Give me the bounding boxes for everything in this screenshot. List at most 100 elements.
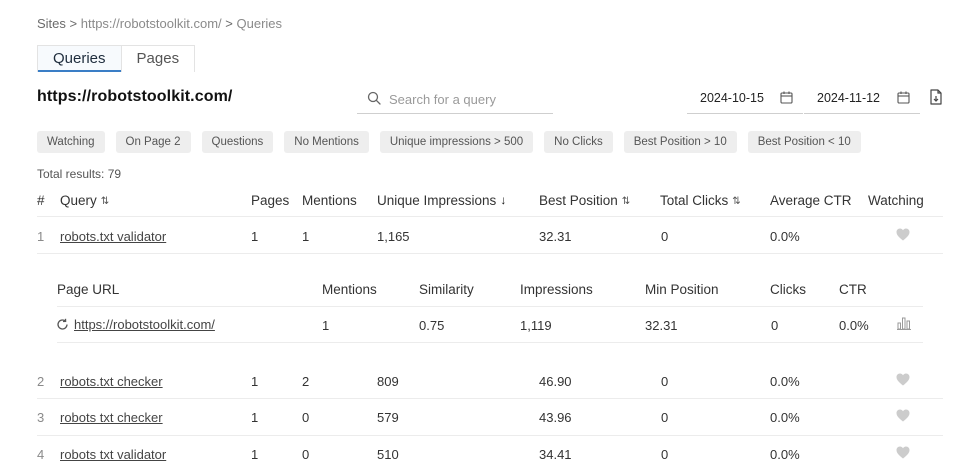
divider [57, 342, 923, 343]
heart-icon[interactable] [896, 446, 910, 459]
heart-icon[interactable] [896, 373, 910, 386]
calendar-icon[interactable] [780, 91, 793, 104]
clicks-value: 0 [771, 318, 779, 333]
search-input[interactable] [389, 88, 549, 110]
impressions-value: 1,119 [520, 318, 552, 333]
divider [37, 216, 943, 217]
tab-queries[interactable]: Queries [38, 46, 121, 72]
sort-icon[interactable]: ⇅ [622, 196, 630, 207]
best-position-value: 34.41 [539, 447, 572, 462]
unique-impressions-value: 1,165 [377, 229, 410, 244]
query-link[interactable]: robots.txt validator [60, 229, 166, 244]
breadcrumb-sites[interactable]: Sites [37, 16, 66, 31]
col-header-total-clicks-label: Total Clicks [660, 193, 729, 208]
bar-chart-icon[interactable] [897, 316, 911, 330]
best-position-value: 32.31 [539, 229, 572, 244]
filter-best-position-gt-10[interactable]: Best Position > 10 [623, 131, 737, 153]
divider [37, 398, 943, 399]
total-results: Total results: 79 [37, 167, 122, 181]
filter-unique-impressions[interactable]: Unique impressions > 500 [379, 131, 534, 153]
col-header-query[interactable]: Query ⇅ [60, 193, 109, 208]
row-number: 1 [37, 229, 45, 244]
col-header-unique-impressions[interactable]: Unique Impressions ↓ [377, 193, 506, 208]
sub-col-header-min-position: Min Position [645, 282, 719, 297]
sort-desc-icon[interactable]: ↓ [500, 193, 506, 207]
refresh-icon[interactable] [56, 318, 69, 331]
col-header-pages: Pages [251, 193, 290, 208]
best-position-value: 43.96 [539, 410, 572, 425]
heart-icon[interactable] [896, 228, 910, 241]
view-tabs: Queries Pages [37, 45, 196, 72]
col-header-best-position[interactable]: Best Position ⇅ [539, 193, 630, 208]
best-position-value: 46.90 [539, 374, 572, 389]
breadcrumb-separator: > [69, 16, 78, 31]
col-header-best-position-label: Best Position [539, 193, 618, 208]
sort-icon[interactable]: ⇅ [101, 196, 109, 207]
search-box [357, 84, 553, 114]
total-clicks-value: 0 [661, 447, 669, 462]
heart-icon[interactable] [896, 409, 910, 422]
filter-best-position-lt-10[interactable]: Best Position < 10 [747, 131, 861, 153]
filter-questions[interactable]: Questions [201, 131, 274, 153]
filter-no-mentions[interactable]: No Mentions [284, 131, 369, 153]
col-header-average-ctr: Average CTR [770, 193, 852, 208]
calendar-icon[interactable] [897, 91, 910, 104]
end-date-field[interactable]: 2024-11-12 [804, 84, 920, 114]
mentions-value: 1 [302, 229, 310, 244]
unique-impressions-value: 510 [377, 447, 399, 462]
start-date-field[interactable]: 2024-10-15 [687, 84, 803, 114]
filter-on-page-2[interactable]: On Page 2 [115, 131, 191, 153]
average-ctr-value: 0.0% [770, 410, 800, 425]
row-number: 2 [37, 374, 45, 389]
ctr-value: 0.0% [839, 318, 869, 333]
sub-col-header-mentions: Mentions [322, 282, 377, 297]
total-clicks-value: 0 [661, 229, 669, 244]
sub-mentions-value: 1 [322, 318, 330, 333]
tab-pages[interactable]: Pages [120, 46, 195, 72]
average-ctr-value: 0.0% [770, 374, 800, 389]
breadcrumb-site-link[interactable]: https://robotstoolkit.com/ [81, 16, 222, 31]
col-header-mentions: Mentions [302, 193, 357, 208]
total-clicks-value: 0 [661, 410, 669, 425]
divider [57, 306, 923, 307]
start-date-value: 2024-10-15 [700, 91, 764, 105]
filter-no-clicks[interactable]: No Clicks [544, 131, 613, 153]
query-link[interactable]: robots txt checker [60, 410, 163, 425]
breadcrumb-current: Queries [236, 16, 283, 31]
filter-watching[interactable]: Watching [37, 131, 105, 153]
divider [37, 435, 943, 436]
divider [37, 253, 943, 254]
col-header-total-clicks[interactable]: Total Clicks ⇅ [660, 193, 741, 208]
unique-impressions-value: 809 [377, 374, 399, 389]
pages-value: 1 [251, 410, 259, 425]
breadcrumb-separator: > [225, 16, 233, 31]
query-link[interactable]: robots.txt checker [60, 374, 163, 389]
sub-col-header-page-url: Page URL [57, 282, 120, 297]
average-ctr-value: 0.0% [770, 447, 800, 462]
col-header-query-label: Query [60, 193, 97, 208]
breadcrumb: Sites > https://robotstoolkit.com/ > Que… [37, 16, 282, 31]
similarity-value: 0.75 [419, 318, 445, 333]
mentions-value: 0 [302, 410, 310, 425]
page-url-link[interactable]: https://robotstoolkit.com/ [74, 317, 215, 332]
total-clicks-value: 0 [661, 374, 669, 389]
col-header-unique-impressions-label: Unique Impressions [377, 193, 497, 208]
unique-impressions-value: 579 [377, 410, 399, 425]
end-date-value: 2024-11-12 [817, 91, 881, 105]
average-ctr-value: 0.0% [770, 229, 800, 244]
row-number: 4 [37, 447, 45, 462]
mentions-value: 0 [302, 447, 310, 462]
export-file-icon[interactable] [929, 89, 943, 105]
sub-col-header-clicks: Clicks [770, 282, 806, 297]
query-link[interactable]: robots txt validator [60, 447, 166, 462]
col-header-num: # [37, 193, 45, 208]
sub-col-header-similarity: Similarity [419, 282, 474, 297]
sub-col-header-ctr: CTR [839, 282, 867, 297]
min-position-value: 32.31 [645, 318, 678, 333]
row-number: 3 [37, 410, 45, 425]
sub-col-header-impressions: Impressions [520, 282, 593, 297]
sort-icon[interactable]: ⇅ [732, 196, 740, 207]
search-icon [367, 91, 381, 105]
pages-value: 1 [251, 229, 259, 244]
col-header-watching: Watching [868, 193, 924, 208]
